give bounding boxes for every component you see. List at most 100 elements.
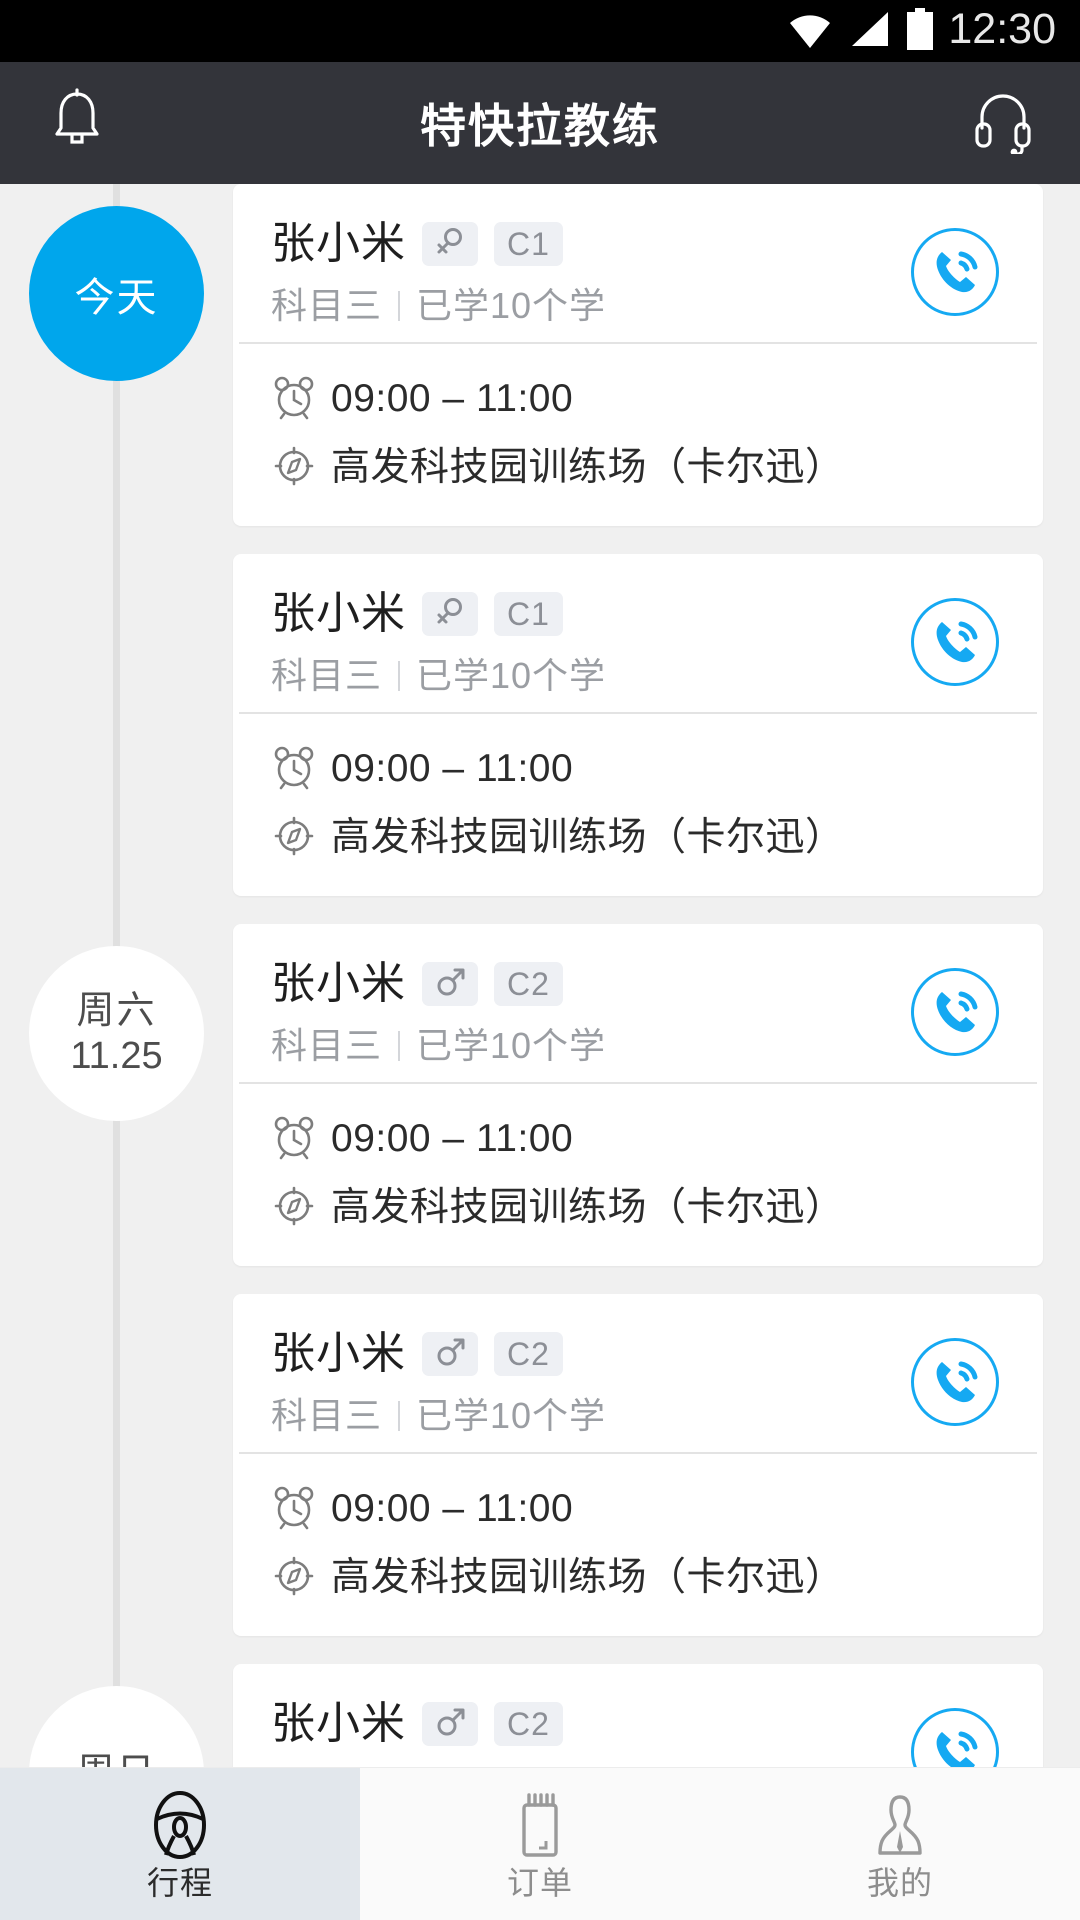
license-class-label: C1	[507, 596, 550, 632]
date-bubble[interactable]: 今天	[29, 206, 204, 381]
subject-divider	[398, 291, 401, 321]
nav-item-profile[interactable]: 我的	[720, 1768, 1080, 1920]
female-gender-icon	[435, 597, 465, 632]
call-student-button[interactable]	[911, 1338, 999, 1426]
lesson-card[interactable]: 张小米 C2 科目三 已学10个学	[233, 1664, 1043, 1767]
date-bubble[interactable]: 周六 11.25	[29, 946, 204, 1121]
phone-call-icon	[925, 1720, 985, 1767]
lesson-time: 09:00 – 11:00	[331, 1487, 574, 1531]
compass-icon	[271, 1553, 317, 1604]
gender-badge	[422, 592, 478, 636]
compass-icon	[271, 1183, 317, 1234]
call-student-button[interactable]	[911, 968, 999, 1056]
license-class-badge: C2	[494, 962, 563, 1006]
phone-call-icon	[925, 980, 985, 1045]
date-bubble-weekday: 周日	[76, 1751, 156, 1767]
trip-list-scroll[interactable]: 今天 张小米 C1 科目三 已学10个学 09:00 – 11:00 高发科技园…	[0, 184, 1080, 1767]
lesson-progress: 已学10个学	[416, 285, 607, 326]
status-bar-icons	[788, 7, 934, 55]
license-class-label: C2	[507, 966, 550, 1002]
lesson-subject: 科目三	[271, 1025, 383, 1066]
lesson-progress: 已学10个学	[416, 1395, 607, 1436]
lesson-location-row: 高发科技园训练场（卡尔迅）	[271, 1553, 1043, 1604]
gender-badge	[422, 222, 478, 266]
lesson-card-details: 09:00 – 11:00 高发科技园训练场（卡尔迅）	[233, 1454, 1043, 1636]
lesson-subject: 科目三	[271, 1395, 383, 1436]
license-class-badge: C2	[494, 1332, 563, 1376]
student-name: 张小米	[271, 589, 406, 638]
lesson-location: 高发科技园训练场（卡尔迅）	[331, 446, 845, 490]
student-name: 张小米	[271, 219, 406, 268]
timeline-row: 张小米 C2 科目三 已学10个学 09:00 – 11:00 高发科技园训练场…	[0, 1294, 1080, 1664]
lesson-card[interactable]: 张小米 C1 科目三 已学10个学 09:00 – 11:00 高发科技园训练场…	[233, 554, 1043, 896]
lesson-card[interactable]: 张小米 C2 科目三 已学10个学	[233, 924, 1043, 1266]
nav-item-orders[interactable]: 订单	[360, 1768, 720, 1920]
lesson-card-details: 09:00 – 11:00 高发科技园训练场（卡尔迅）	[233, 1084, 1043, 1266]
license-class-badge: C2	[494, 1702, 563, 1746]
license-class-label: C1	[507, 226, 550, 262]
date-bubble-weekday: 今天	[74, 275, 159, 320]
phone-call-icon	[925, 1350, 985, 1415]
timeline-row: 周六 11.25 张小米 C2 科目三 已学10个学 09:00 – 11:00…	[0, 924, 1080, 1294]
nav-item-trips[interactable]: 行程	[0, 1768, 360, 1920]
call-student-button[interactable]	[911, 228, 999, 316]
person-icon	[866, 1789, 934, 1859]
call-student-button[interactable]	[911, 598, 999, 686]
lesson-card[interactable]: 张小米 C1 科目三 已学10个学 09:00 – 11:00 高发科技园训练场…	[233, 184, 1043, 526]
nav-label-trips: 行程	[146, 1865, 213, 1901]
male-gender-icon	[435, 1707, 465, 1742]
phone-call-icon	[925, 240, 985, 305]
license-class-label: C2	[507, 1706, 550, 1742]
lesson-time: 09:00 – 11:00	[331, 747, 574, 791]
lesson-card-header: 张小米 C2 科目三 已学10个学	[233, 1294, 1043, 1452]
lesson-progress: 已学10个学	[416, 655, 607, 696]
lesson-card-header: 张小米 C1 科目三 已学10个学	[233, 554, 1043, 712]
lesson-card[interactable]: 张小米 C2 科目三 已学10个学	[233, 1294, 1043, 1636]
timeline-row: 周日 张小米 C2 科目三	[0, 1664, 1080, 1767]
compass-icon	[271, 443, 317, 494]
timeline-row: 张小米 C1 科目三 已学10个学 09:00 – 11:00 高发科技园训练场…	[0, 554, 1080, 924]
notepad-icon	[506, 1789, 574, 1859]
date-bubble[interactable]: 周日	[29, 1686, 204, 1767]
lesson-progress: 已学10个学	[416, 1025, 607, 1066]
timeline-row: 今天 张小米 C1 科目三 已学10个学 09:00 – 11:00 高发科技园…	[0, 184, 1080, 554]
lesson-card-header: 张小米 C1 科目三 已学10个学	[233, 184, 1043, 342]
alarm-clock-icon	[271, 1484, 317, 1535]
gender-badge	[422, 962, 478, 1006]
alarm-clock-icon	[271, 374, 317, 425]
bell-icon	[47, 87, 107, 159]
lesson-subject: 科目三	[271, 285, 383, 326]
lesson-card-details: 09:00 – 11:00 高发科技园训练场（卡尔迅）	[233, 714, 1043, 896]
license-class-badge: C1	[494, 222, 563, 266]
lesson-location: 高发科技园训练场（卡尔迅）	[331, 1556, 845, 1600]
alarm-clock-icon	[271, 744, 317, 795]
student-name: 张小米	[271, 959, 406, 1008]
license-class-badge: C1	[494, 592, 563, 636]
student-name: 张小米	[271, 1329, 406, 1378]
subject-divider	[398, 1401, 401, 1431]
lesson-location: 高发科技园训练场（卡尔迅）	[331, 1186, 845, 1230]
nav-label-profile: 我的	[866, 1865, 933, 1901]
status-bar: 12:30	[0, 0, 1080, 62]
subject-divider	[398, 1031, 401, 1061]
page-title: 特快拉教练	[420, 100, 660, 152]
battery-icon	[906, 7, 934, 55]
gender-badge	[422, 1702, 478, 1746]
lesson-card-header: 张小米 C2 科目三 已学10个学	[233, 924, 1043, 1082]
headset-icon	[972, 88, 1034, 159]
notifications-button[interactable]	[40, 86, 114, 160]
alarm-clock-icon	[271, 1114, 317, 1165]
lesson-time-row: 09:00 – 11:00	[271, 374, 1043, 425]
lesson-location: 高发科技园训练场（卡尔迅）	[331, 816, 845, 860]
timeline-rows: 今天 张小米 C1 科目三 已学10个学 09:00 – 11:00 高发科技园…	[0, 184, 1080, 1767]
signal-icon	[848, 10, 890, 53]
date-bubble-date: 11.25	[70, 1034, 163, 1077]
app-header: 特快拉教练	[0, 62, 1080, 184]
subject-divider	[398, 661, 401, 691]
support-button[interactable]	[966, 86, 1040, 160]
app-root: 12:30 特快拉教练 今天 张小米 C1 科目三 已学10个学 09:00 –…	[0, 0, 1080, 1920]
compass-icon	[271, 813, 317, 864]
lesson-card-header: 张小米 C2 科目三 已学10个学	[233, 1664, 1043, 1767]
lesson-time-row: 09:00 – 11:00	[271, 744, 1043, 795]
lesson-time: 09:00 – 11:00	[331, 377, 574, 421]
